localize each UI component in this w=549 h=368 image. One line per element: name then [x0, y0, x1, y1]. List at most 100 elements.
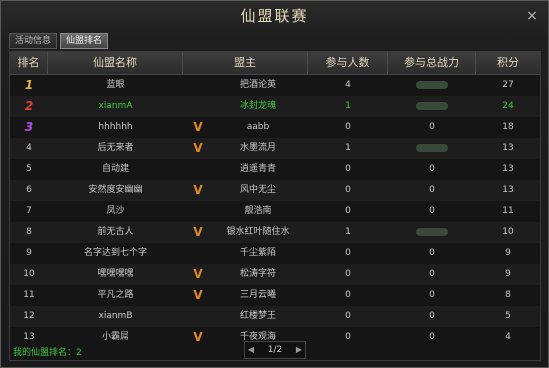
participants-cell: 0 [345, 248, 351, 258]
rank-cell: 8 [26, 227, 32, 237]
total-power-cell [388, 138, 476, 159]
obscured-power-value [416, 101, 448, 110]
rank-cell: 11 [23, 290, 35, 300]
next-page-icon[interactable]: ▶ [293, 342, 305, 358]
leader-cell: 逍遥青青 [239, 164, 276, 174]
alliance-name-cell: 嘿嘿嘿嘿 [97, 269, 134, 279]
participants-cell: 0 [345, 332, 351, 342]
participants-cell: 1 [345, 227, 351, 237]
alliance-name-cell: 自动建 [101, 164, 129, 174]
alliance-name-cell: 凤沙 [106, 206, 125, 216]
leader-cell: 风中无尘 [239, 185, 276, 195]
score-cell: 24 [502, 101, 514, 111]
table-row[interactable]: 4 后无来者 水墨流月 1 13 V [10, 138, 540, 159]
total-power-cell: 0 [429, 269, 435, 279]
table-row[interactable]: 9 名字达到七个字 千尘紫陌 0 0 9 [10, 243, 540, 264]
rank-cell: 9 [26, 248, 32, 258]
score-cell: 13 [502, 143, 514, 153]
alliance-name-cell: 平凡之路 [97, 290, 134, 300]
table-row[interactable]: 3 hhhhhh aabb 0 0 18 V [10, 117, 540, 138]
alliance-name-cell: xianmB [98, 311, 133, 321]
total-power-cell: 0 [429, 206, 435, 216]
score-cell: 18 [502, 122, 514, 132]
participants-cell: 1 [345, 143, 351, 153]
header-score: 积分 [497, 56, 519, 69]
participants-cell: 4 [345, 80, 351, 90]
table-header: 排名 仙盟名称 盟主 参与人数 参与总战力 积分 [10, 52, 540, 75]
pager: ◀ 1/2 ▶ [244, 341, 306, 359]
table-row[interactable]: 6 安然度安幽幽 风中无尘 0 0 13 V [10, 180, 540, 201]
leader-cell: 把酒论英 [239, 80, 276, 90]
alliance-name-cell: 蓝眼 [106, 80, 125, 90]
window-title: 仙盟联赛 [240, 7, 309, 25]
participants-cell: 0 [345, 185, 351, 195]
header-alliance-name: 仙盟名称 [48, 52, 183, 74]
table-row[interactable]: 7 凤沙 靓浩南 0 0 11 [10, 201, 540, 222]
score-cell: 11 [502, 206, 514, 216]
obscured-power-value [416, 80, 448, 89]
close-icon[interactable]: × [524, 8, 540, 24]
table-row[interactable]: 12 xianmB 红楼梦王 0 0 5 [10, 306, 540, 327]
alliance-name-cell: 前无古人 [97, 227, 134, 237]
participants-cell: 0 [345, 269, 351, 279]
alliance-league-window: 仙盟联赛 × 活动信息 仙盟排名 排名 仙盟名称 盟主 参与人数 参与总战力 积… [0, 0, 549, 368]
participants-cell: 0 [345, 164, 351, 174]
leader-cell: 银水红叶随住水 [226, 227, 290, 237]
tab-bar: 活动信息 仙盟排名 [9, 33, 109, 49]
prev-page-icon[interactable]: ◀ [245, 342, 257, 358]
total-power-cell: 0 [429, 332, 435, 342]
total-power-cell: 0 [429, 185, 435, 195]
score-cell: 8 [505, 290, 511, 300]
obscured-power-value [416, 143, 448, 152]
table-row[interactable]: 11 平凡之路 三月云曦 0 0 8 V [10, 285, 540, 306]
my-alliance-rank: 我的仙盟排名：2 [13, 348, 82, 358]
table-row[interactable]: 8 前无古人 银水红叶随住水 1 10 V [10, 222, 540, 243]
total-power-cell [388, 96, 476, 117]
total-power-cell [388, 75, 476, 96]
rank-cell: 5 [26, 164, 32, 174]
score-cell: 27 [502, 80, 514, 90]
vip-badge-icon: V [193, 183, 203, 197]
tab-activity-info[interactable]: 活动信息 [9, 33, 58, 49]
vip-badge-icon: V [193, 330, 203, 344]
alliance-name-cell: hhhhhh [98, 122, 133, 132]
total-power-cell: 0 [429, 311, 435, 321]
leader-cell: 红楼梦王 [239, 311, 276, 321]
total-power-cell: 0 [429, 164, 435, 174]
score-cell: 4 [505, 332, 511, 342]
rank-medal-icon: 1 [24, 78, 34, 92]
header-rank: 排名 [10, 52, 48, 74]
alliance-name-cell: 后无来者 [97, 143, 134, 153]
rank-cell: 12 [23, 311, 35, 321]
table-row[interactable]: 10 嘿嘿嘿嘿 松涛字符 0 0 9 V [10, 264, 540, 285]
header-participants: 参与人数 [308, 52, 388, 74]
alliance-name-cell: xianmA [98, 101, 133, 111]
rank-cell: 7 [26, 206, 32, 216]
obscured-power-value [416, 227, 448, 236]
participants-cell: 1 [345, 101, 351, 111]
table-row[interactable]: 2 xianmA 冰封龙魂 1 24 [10, 96, 540, 117]
vip-badge-icon: V [193, 225, 203, 239]
leader-cell: 三月云曦 [239, 290, 276, 300]
score-cell: 9 [505, 269, 511, 279]
header-leader: 盟主 [183, 52, 308, 74]
ranking-table: 排名 仙盟名称 盟主 参与人数 参与总战力 积分 1 蓝眼 把酒论英 4 27 2 xian… [9, 51, 541, 361]
leader-cell: aabb [246, 122, 270, 132]
participants-cell: 0 [345, 206, 351, 216]
table-row[interactable]: 1 蓝眼 把酒论英 4 27 [10, 75, 540, 96]
leader-cell: 冰封龙魂 [239, 101, 276, 111]
table-row[interactable]: 5 自动建 逍遥青青 0 0 13 [10, 159, 540, 180]
rank-cell: 4 [26, 143, 32, 153]
leader-cell: 千尘紫陌 [239, 248, 276, 258]
tab-alliance-ranking[interactable]: 仙盟排名 [60, 33, 109, 49]
score-cell: 9 [505, 248, 511, 258]
rank-cell: 10 [23, 269, 35, 279]
score-cell: 5 [505, 311, 511, 321]
leader-cell: 水墨流月 [239, 143, 276, 153]
total-power-cell: 0 [429, 290, 435, 300]
vip-badge-icon: V [193, 267, 203, 281]
leader-cell: 靓浩南 [244, 206, 272, 216]
leader-cell: 松涛字符 [239, 269, 276, 279]
total-power-cell [388, 222, 476, 243]
score-cell: 10 [502, 227, 514, 237]
